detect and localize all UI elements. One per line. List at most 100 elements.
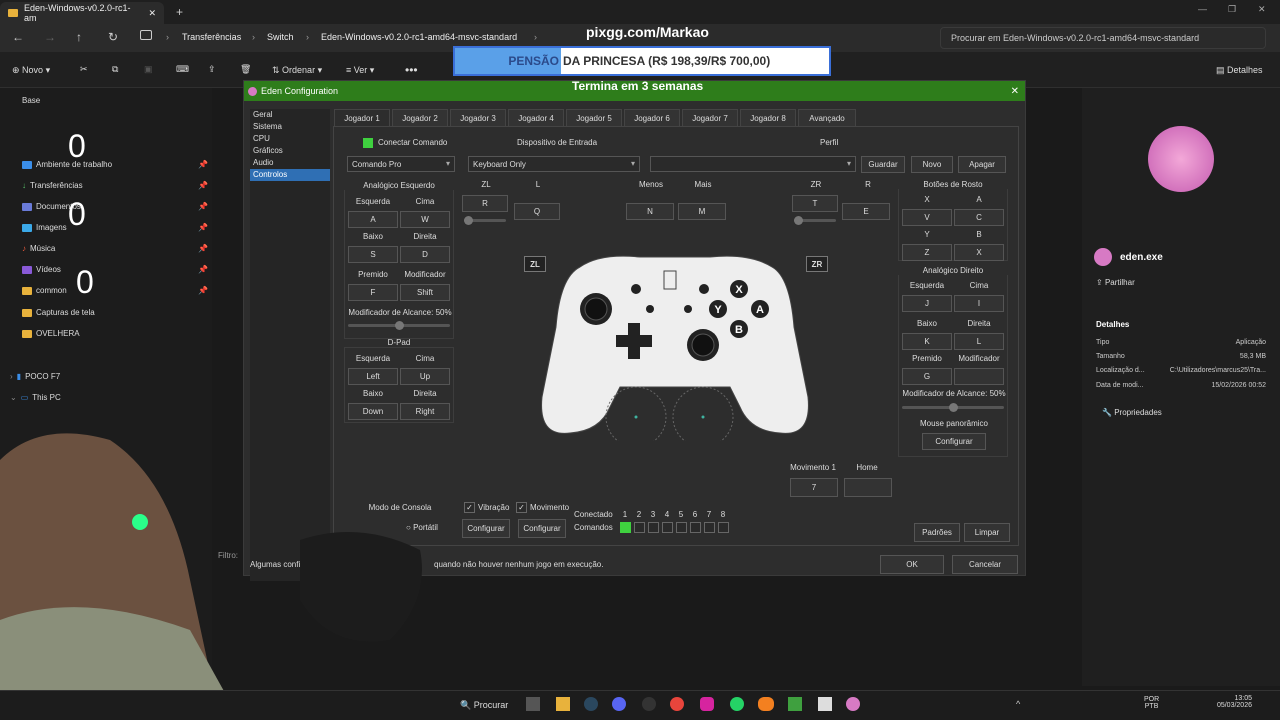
r-key[interactable]: E (842, 203, 890, 220)
motion-configure-button[interactable]: Configurar (518, 519, 566, 538)
tab-player-4[interactable]: Jogador 4 (508, 109, 564, 127)
close-window-icon[interactable]: ✕ (1258, 4, 1266, 15)
breadcrumb-downloads[interactable]: Transferências (182, 32, 241, 42)
dpad-left-key[interactable]: Left (348, 368, 398, 385)
view-button[interactable]: ≡ Ver ▾ (346, 65, 374, 76)
tab-player-3[interactable]: Jogador 3 (450, 109, 506, 127)
face-x-key[interactable]: V (902, 209, 952, 226)
category-graphics[interactable]: Gráficos (250, 145, 330, 157)
tray-chevron-icon[interactable]: ^ (1016, 699, 1020, 709)
pin-icon[interactable]: 📌 (198, 160, 208, 169)
pin-icon[interactable]: 📌 (198, 181, 208, 190)
left-stick-down-key[interactable]: S (348, 246, 398, 263)
sort-button[interactable]: ⇅ Ordenar ▾ (272, 65, 322, 76)
share-button[interactable]: ⇪ Partilhar (1096, 278, 1135, 287)
right-stick-up-key[interactable]: I (954, 295, 1004, 312)
connect-checkbox[interactable] (363, 138, 373, 148)
category-cpu[interactable]: CPU (250, 133, 330, 145)
controller-slot-4[interactable] (662, 522, 673, 533)
instagram-icon[interactable] (700, 697, 714, 711)
cut-icon[interactable]: ✂ (80, 64, 88, 75)
tab-player-5[interactable]: Jogador 5 (566, 109, 622, 127)
task-view-icon[interactable] (526, 697, 540, 711)
sidebar-item-downloads[interactable]: ↓ Transferências (22, 181, 83, 190)
pin-icon[interactable]: 📌 (198, 265, 208, 274)
category-audio[interactable]: Audio (250, 157, 330, 169)
pin-icon[interactable]: 📌 (198, 244, 208, 253)
properties-button[interactable]: 🔧 Propriedades (1102, 408, 1162, 417)
paste-icon[interactable]: ▣ (144, 64, 153, 75)
controller-slot-2[interactable] (634, 522, 645, 533)
up-icon[interactable]: ↑ (76, 30, 82, 44)
left-stick-modifier-key[interactable]: Shift (400, 284, 450, 301)
mouse-pan-configure-button[interactable]: Configurar (922, 433, 986, 450)
chrome-icon[interactable] (670, 697, 684, 711)
new-profile-button[interactable]: Novo (911, 156, 953, 173)
defaults-button[interactable]: Padrões (914, 523, 960, 542)
controller-slot-6[interactable] (690, 522, 701, 533)
tab-player-6[interactable]: Jogador 6 (624, 109, 680, 127)
eden-taskbar-icon[interactable] (846, 697, 860, 711)
right-stick-left-key[interactable]: J (902, 295, 952, 312)
zl-key[interactable]: R (462, 195, 508, 212)
right-stick-modifier-key[interactable] (954, 368, 1004, 385)
home-key[interactable] (844, 478, 892, 497)
discord-icon[interactable] (612, 697, 626, 711)
pin-icon[interactable]: 📌 (198, 202, 208, 211)
controller-slot-7[interactable] (704, 522, 715, 533)
forward-icon[interactable]: → (44, 30, 56, 44)
controller-type-select[interactable]: Comando Pro (347, 156, 455, 172)
cloud-icon[interactable] (758, 697, 774, 711)
right-stick-range-slider[interactable] (902, 403, 1004, 412)
steam-icon[interactable] (584, 697, 598, 711)
obs-icon[interactable] (642, 697, 656, 711)
tab-advanced[interactable]: Avançado (798, 109, 856, 127)
cancel-button[interactable]: Cancelar (952, 555, 1018, 574)
app-icon[interactable] (788, 697, 802, 711)
copy-icon[interactable]: ⧉ (112, 64, 118, 75)
input-device-select[interactable]: Keyboard Only (468, 156, 640, 172)
share-icon[interactable]: ⇪ (208, 64, 216, 75)
zr-key[interactable]: T (792, 195, 838, 212)
right-stick-pressed-key[interactable]: G (902, 368, 952, 385)
minus-key[interactable]: N (626, 203, 674, 220)
tab-player-2[interactable]: Jogador 2 (392, 109, 448, 127)
minimize-icon[interactable]: — (1198, 4, 1207, 14)
clear-button[interactable]: Limpar (964, 523, 1010, 542)
close-icon[interactable]: ✕ (1011, 86, 1019, 97)
plus-key[interactable]: M (678, 203, 726, 220)
breadcrumb-switch[interactable]: Switch (267, 32, 294, 42)
slider-knob[interactable] (395, 321, 404, 330)
controller-slot-1[interactable] (620, 522, 631, 533)
category-system[interactable]: Sistema (250, 121, 330, 133)
new-tab-icon[interactable]: + (176, 5, 183, 19)
details-button[interactable]: ▤ Detalhes (1216, 65, 1263, 76)
motion1-key[interactable]: 7 (790, 478, 838, 497)
left-stick-up-key[interactable]: W (400, 211, 450, 228)
dpad-right-key[interactable]: Right (400, 403, 450, 420)
search-input[interactable]: Procurar em Eden-Windows-v0.2.0-rc1-amd6… (940, 27, 1266, 49)
refresh-icon[interactable]: ↻ (108, 30, 118, 44)
tab-player-8[interactable]: Jogador 8 (740, 109, 796, 127)
category-controls[interactable]: Controlos (250, 169, 330, 181)
sidebar-item-poco[interactable]: › ▮ POCO F7 (10, 372, 60, 381)
dpad-down-key[interactable]: Down (348, 403, 398, 420)
7zip-icon[interactable] (818, 697, 832, 711)
left-stick-left-key[interactable]: A (348, 211, 398, 228)
pin-icon[interactable]: 📌 (198, 223, 208, 232)
slider-knob[interactable] (464, 216, 473, 225)
vibration-configure-button[interactable]: Configurar (462, 519, 510, 538)
left-stick-right-key[interactable]: D (400, 246, 450, 263)
face-a-key[interactable]: C (954, 209, 1004, 226)
sidebar-item-base[interactable]: Base (22, 96, 40, 105)
dpad-up-key[interactable]: Up (400, 368, 450, 385)
controller-slot-3[interactable] (648, 522, 659, 533)
sidebar-item-music[interactable]: ♪ Música (22, 244, 55, 253)
right-stick-right-key[interactable]: L (954, 333, 1004, 350)
tab-player-1[interactable]: Jogador 1 (334, 109, 390, 127)
l-key[interactable]: Q (514, 203, 560, 220)
sidebar-item-ovelhera[interactable]: OVELHERA (22, 329, 80, 338)
clock[interactable]: 13:05 05/03/2026 (1208, 695, 1252, 709)
controller-slot-5[interactable] (676, 522, 687, 533)
file-explorer-icon[interactable] (556, 697, 570, 711)
